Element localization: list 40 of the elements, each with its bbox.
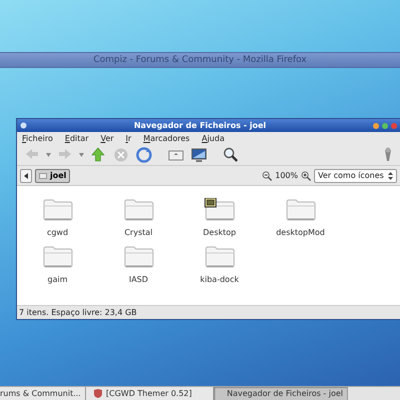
taskbar-button[interactable]: [CGWD Themer 0.52] (86, 387, 214, 400)
window-title: Navegador de Ficheiros - joel (132, 121, 268, 130)
dropdown-caret-icon[interactable] (46, 152, 51, 156)
zoom-level: 100% (275, 171, 298, 180)
minimize-button[interactable] (373, 122, 379, 128)
menu-item[interactable]: Marcadores (143, 134, 190, 142)
taskbar-button[interactable]: Navegador de Ficheiros - joel (214, 387, 348, 400)
left-arrow-icon (24, 172, 28, 178)
taskbar-button[interactable]: rums & Communit... (0, 387, 86, 400)
updown-caret-icon (388, 172, 393, 180)
status-text: 7 itens. Espaço livre: 23,4 GB (19, 308, 137, 317)
window-title: Compiz - Forums & Community - Mozilla Firefox (92, 54, 308, 67)
throbber-icon (382, 146, 394, 162)
file-name[interactable]: IASD (128, 275, 148, 284)
view-dropdown[interactable]: Ver como ícones (314, 168, 397, 182)
file-name[interactable]: kiba-dock (200, 275, 239, 284)
reload-icon[interactable] (135, 146, 153, 164)
window-menu-icon[interactable] (20, 122, 27, 129)
dropdown-caret-icon[interactable] (79, 152, 84, 156)
path-button[interactable]: joel (35, 168, 70, 182)
file-name[interactable]: desktopMod (276, 228, 325, 237)
up-arrow-icon[interactable] (89, 146, 107, 164)
file-name[interactable]: Crystal (124, 228, 153, 237)
folder-icon[interactable] (204, 198, 236, 222)
file-name[interactable]: cgwd (46, 228, 68, 237)
menu-item[interactable]: Ir (126, 134, 132, 142)
computer-icon[interactable] (190, 146, 208, 164)
menu-item[interactable]: Ajuda (202, 134, 224, 142)
file-name[interactable]: gaim (48, 275, 68, 284)
path-back-button[interactable] (20, 168, 32, 182)
menu-item[interactable]: Ver (100, 134, 114, 142)
zoom-in-icon[interactable] (301, 170, 311, 180)
search-icon[interactable] (222, 146, 240, 164)
zoom-out-icon[interactable] (262, 170, 272, 180)
maximize-button[interactable] (382, 122, 388, 128)
file-name[interactable]: Desktop (203, 228, 236, 237)
shield-icon (94, 389, 102, 398)
close-button[interactable] (391, 122, 397, 128)
menu-item[interactable]: Editar (64, 134, 89, 142)
menu-item[interactable]: Ficheiro (22, 134, 53, 142)
